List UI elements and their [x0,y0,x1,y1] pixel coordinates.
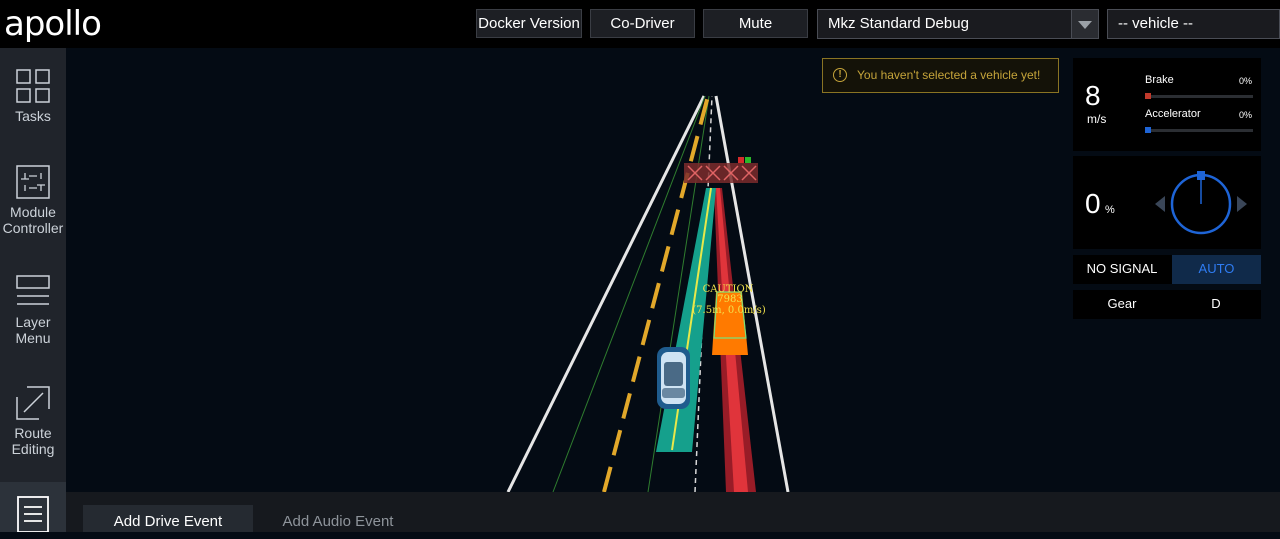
chevron-down-icon[interactable] [1071,10,1098,38]
mute-button[interactable]: Mute [703,9,808,38]
steering-panel: 0 % [1073,156,1261,249]
gear-row: Gear D [1073,290,1261,319]
brake-indicator [1145,93,1151,99]
brake-bar [1145,95,1253,98]
top-bar: apollo Docker Version Co-Driver Mute Mkz… [0,0,1280,48]
accelerator-indicator [1145,127,1151,133]
accelerator-value: 0% [1239,110,1253,120]
brake-value: 0% [1239,76,1253,86]
obstacle-info: (7.5m, 0.0m/s) [692,305,766,316]
gear-value: D [1211,296,1221,311]
obstacle-id: 7983 [717,294,742,305]
bottom-tab-bar: Add Drive Event Add Audio Event [66,492,1280,532]
speed-value: 8 [1085,80,1101,111]
route-editing-icon [16,386,50,420]
module-controller-icon [16,165,50,199]
sidebar-item-label: Route Editing [11,425,55,457]
sidebar-item-data-recorder[interactable] [0,482,66,532]
driving-mode-status: AUTO [1172,255,1261,284]
vehicle-select[interactable]: -- vehicle -- [1107,9,1280,39]
ego-vehicle [657,347,690,409]
sidebar: Tasks Module Controller Layer Menu Route… [0,48,66,532]
accelerator-bar [1145,129,1253,132]
speed-unit: m/s [1087,112,1107,126]
planning-path [656,188,716,452]
steering-wheel-icon [1155,171,1247,235]
co-driver-button[interactable]: Co-Driver [590,9,695,38]
sidebar-item-route-editing[interactable]: Route Editing [0,385,66,457]
steer-right-arrow-icon [1237,196,1247,212]
sidebar-item-module-controller[interactable]: Module Controller [0,164,66,236]
tasks-icon [16,69,50,103]
mode-select[interactable]: Mkz Standard Debug [817,9,1099,39]
signal-row: NO SIGNAL AUTO [1073,255,1261,284]
turn-signal-status: NO SIGNAL [1086,261,1158,276]
steering-value: 0 [1085,188,1101,219]
sidebar-item-label: Layer Menu [15,314,51,346]
signal-light-red [738,157,744,163]
steering-unit: % [1105,204,1115,216]
apollo-logo: apollo [4,4,102,44]
scene-view[interactable]: CAUTION 7983 (7.5m, 0.0m/s) [66,48,1070,492]
steer-left-arrow-icon [1155,196,1165,212]
brake-label: Brake [1145,74,1174,86]
speed-panel: 8 m/s Brake 0% Accelerator 0% [1073,58,1261,151]
warning-text: You haven't selected a vehicle yet! [857,68,1041,82]
vehicle-warning: ! You haven't selected a vehicle yet! [822,58,1059,93]
tab-add-drive-event[interactable]: Add Drive Event [83,505,253,532]
data-recorder-icon [17,496,49,532]
docker-version-button[interactable]: Docker Version [476,9,582,38]
accelerator-label: Accelerator [1145,108,1201,120]
vehicle-select-value: -- vehicle -- [1118,15,1194,32]
layer-menu-icon [16,275,50,305]
sidebar-item-tasks[interactable]: Tasks [0,68,66,124]
sidebar-item-label: Tasks [15,108,51,124]
warning-icon: ! [833,68,847,82]
gear-label: Gear [1107,296,1137,311]
sidebar-item-layer-menu[interactable]: Layer Menu [0,274,66,346]
sidebar-item-label: Module Controller [2,204,64,236]
mode-select-value: Mkz Standard Debug [828,15,969,32]
tab-add-audio-event[interactable]: Add Audio Event [253,505,423,532]
signal-light-green [745,157,751,163]
